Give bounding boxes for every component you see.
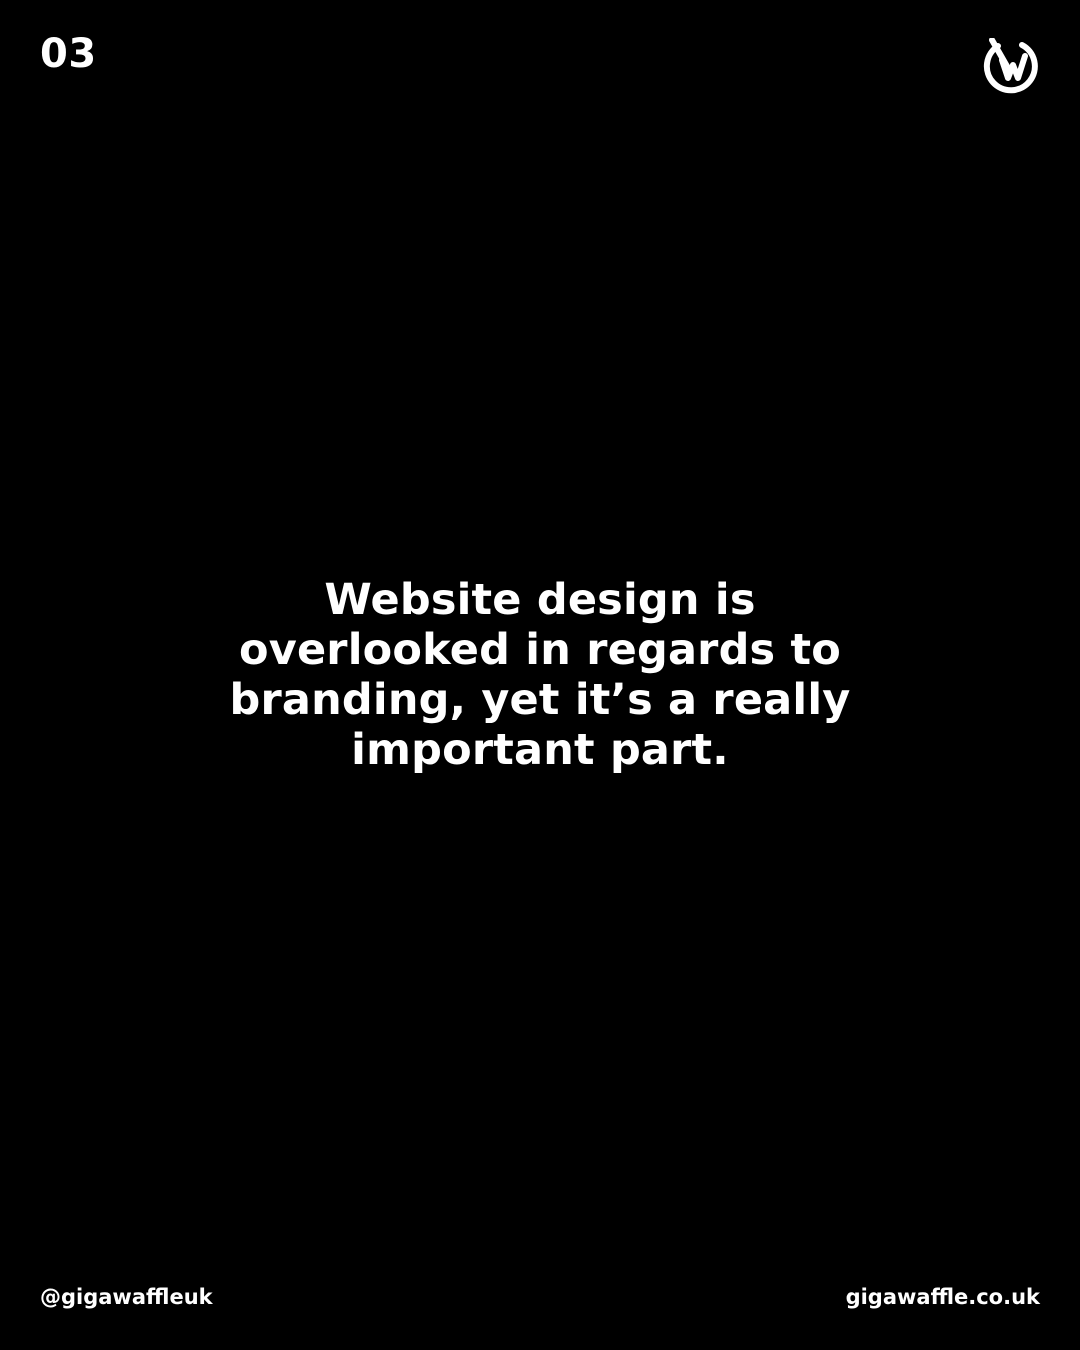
headline-line: Website design is xyxy=(324,575,756,625)
slide-number: 03 xyxy=(40,31,97,77)
slide-page: 03 Website design is overlooked in regar… xyxy=(0,0,1080,1350)
headline-line: overlooked in regards to xyxy=(238,625,842,675)
social-handle: @gigawaffleuk xyxy=(40,1285,213,1309)
headline: Website design is overlooked in regards … xyxy=(160,575,920,775)
website-url: gigawaffle.co.uk xyxy=(845,1285,1040,1309)
gigawaffle-logo-icon xyxy=(982,37,1040,96)
headline-line: important part. xyxy=(351,725,729,775)
headline-line: branding, yet it’s a really xyxy=(229,675,851,725)
